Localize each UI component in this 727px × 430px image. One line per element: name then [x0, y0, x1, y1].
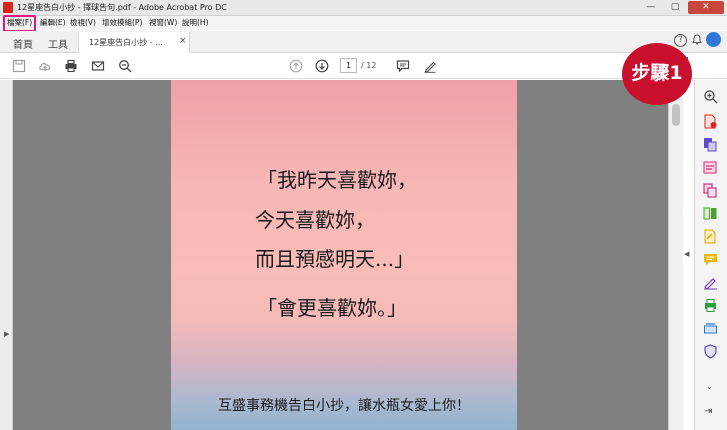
file-menu-highlight	[3, 15, 36, 32]
next-page-icon[interactable]	[315, 59, 329, 73]
send-for-signature-icon[interactable]	[703, 275, 718, 290]
pen-sign-icon[interactable]	[423, 59, 437, 73]
scan-icon[interactable]	[703, 321, 718, 336]
poem-line-1: 「我昨天喜歡妳，	[257, 168, 417, 192]
previous-page-icon[interactable]	[289, 59, 303, 73]
print-production-icon[interactable]	[703, 298, 718, 313]
export-pdf-icon[interactable]	[703, 137, 718, 152]
create-pdf-icon[interactable]	[703, 114, 718, 129]
right-tools-panel: ⌄ ⇥	[694, 80, 727, 430]
poem-line-4: 「會更喜歡妳。」	[257, 296, 407, 320]
poem-line-3: 而且預感明天...」	[255, 247, 415, 271]
page-total: / 12	[361, 61, 377, 70]
tab-bar: 首頁 工具 12星座告白小抄 - ... ×	[0, 31, 727, 53]
toolbar: 1 / 12	[0, 53, 727, 79]
notification-bell-icon[interactable]	[692, 34, 702, 45]
expand-left-panel-icon[interactable]: ▶	[4, 330, 9, 338]
acrobat-app-icon	[3, 2, 13, 13]
organize-pages-icon[interactable]	[703, 206, 718, 221]
page-footer-text: 互盛事務機告白小抄，讓水瓶女愛上你！	[218, 398, 470, 414]
document-tab-label: 12星座告白小抄 - ...	[89, 38, 163, 47]
protect-shield-icon[interactable]	[703, 344, 718, 359]
tab-home[interactable]: 首頁	[13, 36, 33, 51]
tab-document[interactable]: 12星座告白小抄 - ... ×	[78, 32, 190, 53]
menu-edit[interactable]: 編輯(E)	[40, 17, 66, 28]
zoom-out-icon[interactable]	[118, 59, 132, 73]
close-window-button[interactable]: ✕	[688, 1, 724, 14]
left-panel-toggle-strip[interactable]: ▶	[0, 80, 13, 430]
scroll-thumb[interactable]	[672, 104, 680, 126]
page-number-input[interactable]: 1	[340, 58, 357, 73]
print-icon[interactable]	[64, 59, 78, 73]
user-avatar[interactable]	[706, 32, 721, 47]
menu-plugins[interactable]: 增效模組(P)	[102, 17, 142, 28]
menu-view[interactable]: 檢視(V)	[70, 17, 96, 28]
zoom-in-icon[interactable]	[703, 89, 718, 104]
comment-tool-icon[interactable]	[703, 252, 718, 267]
title-bar: 12星座告白小抄 - 擇球告句.pdf - Adobe Acrobat Pro …	[0, 0, 727, 16]
vertical-scrollbar[interactable]: ▲	[668, 80, 683, 430]
email-icon[interactable]	[91, 59, 105, 73]
tab-tools[interactable]: 工具	[48, 36, 68, 51]
collapse-tools-pane-icon[interactable]: ⇥	[704, 406, 712, 417]
step-badge: 步驟1	[622, 43, 692, 105]
menu-help[interactable]: 說明(H)	[182, 17, 209, 28]
poem-line-2: 今天喜歡妳，	[255, 208, 375, 232]
help-icon[interactable]: ?	[674, 34, 687, 47]
minimize-button[interactable]: —	[640, 1, 662, 14]
save-icon[interactable]	[12, 59, 26, 73]
comment-icon[interactable]	[396, 59, 410, 73]
more-tools-chevron-icon[interactable]: ⌄	[706, 382, 713, 391]
upload-cloud-icon[interactable]	[38, 59, 52, 73]
collapse-right-panel-icon[interactable]: ◀	[684, 250, 689, 258]
menu-bar: 檔案(F) 編輯(E) 檢視(V) 增效模組(P) 視窗(W) 說明(H)	[0, 16, 727, 30]
maximize-button[interactable]: ▢	[664, 1, 686, 14]
edit-pdf-icon[interactable]	[703, 160, 718, 175]
window-title: 12星座告白小抄 - 擇球告句.pdf - Adobe Acrobat Pro …	[17, 3, 227, 12]
menu-window[interactable]: 視窗(W)	[149, 17, 177, 28]
pdf-page: 「我昨天喜歡妳， 今天喜歡妳， 而且預感明天...」 「會更喜歡妳。」 互盛事務…	[171, 80, 517, 430]
fill-sign-icon[interactable]	[703, 229, 718, 244]
close-tab-button[interactable]: ×	[179, 36, 187, 46]
combine-files-icon[interactable]	[703, 183, 718, 198]
